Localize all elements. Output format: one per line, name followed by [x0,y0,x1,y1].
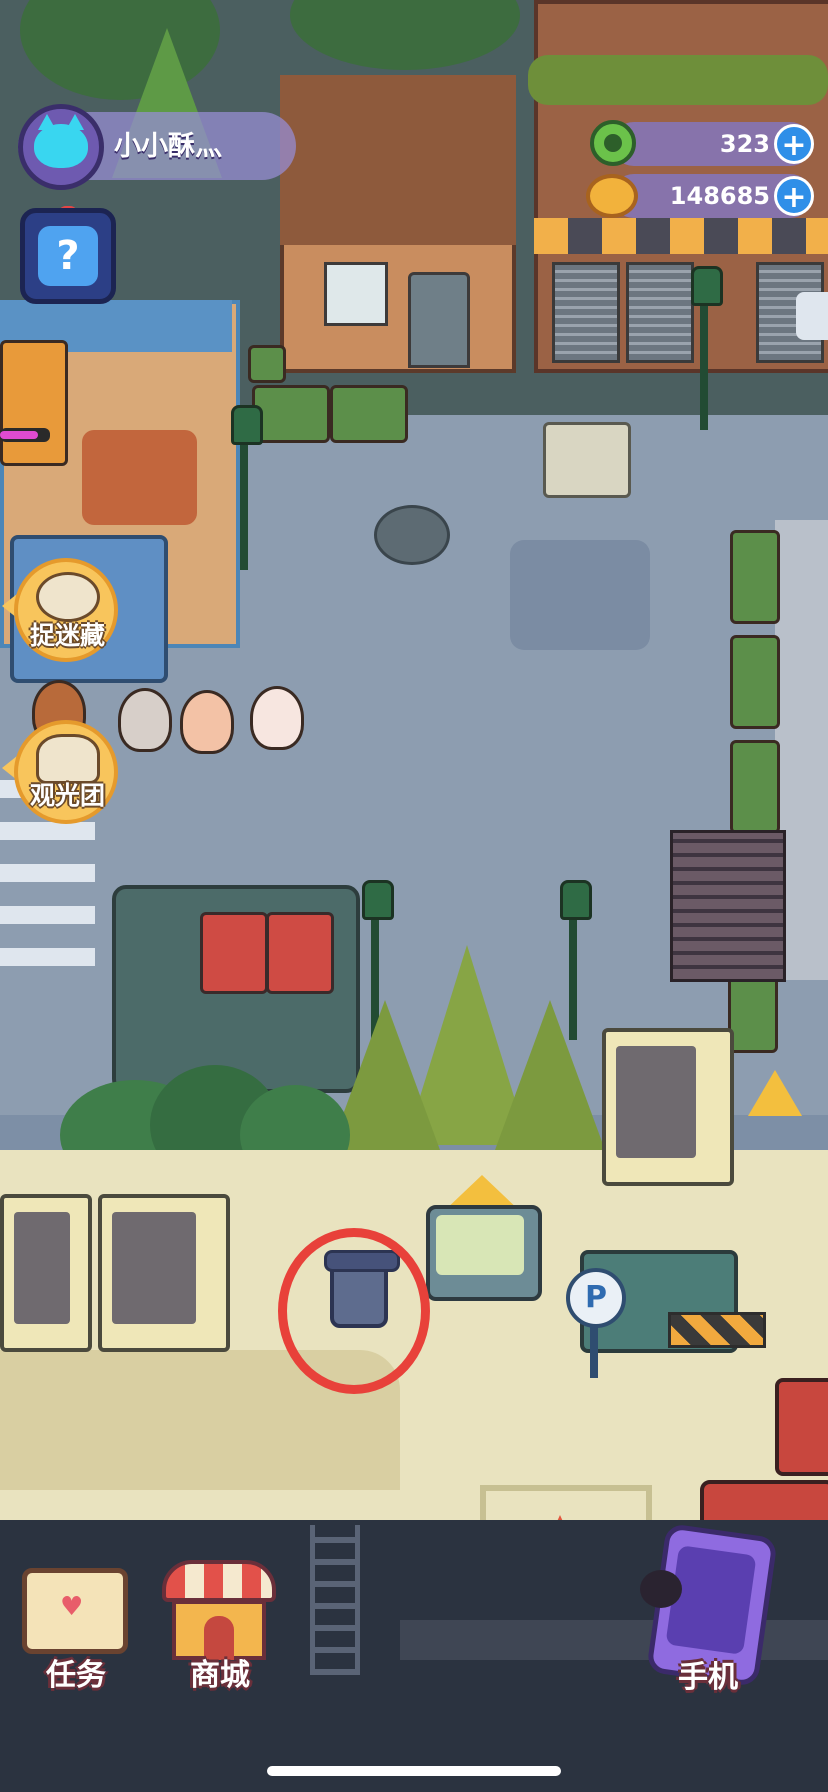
warning-sign [748,1070,802,1116]
green-gem-icon [590,120,636,166]
road-puddle [510,540,650,650]
street-lamp [700,290,708,430]
booth-screen [266,912,334,994]
rooftop-plants [528,55,828,105]
street-lamp-head [231,405,263,445]
add-gems-button[interactable]: + [774,124,814,164]
tour-group-label: 观光团 [30,781,106,810]
pine-tree [495,1000,605,1150]
hedge-planter [730,740,780,834]
phone-label: 手机 [678,1660,738,1695]
npc-visitor[interactable] [180,690,234,754]
parking-sign: P [566,1268,626,1328]
booth-screen [200,912,268,994]
coin-count: 148685 [669,182,770,210]
npc-visitor[interactable] [118,688,172,752]
vending-machine [98,1194,230,1352]
hedge-planter [730,530,780,624]
stairs [670,830,786,982]
progress-meter [0,428,50,442]
poster-portrait [436,1215,524,1275]
heart-icon: ♥ [60,1592,84,1622]
question-mark-icon: ? [38,226,98,286]
vending-machine [0,1194,92,1352]
npc-visitor[interactable] [250,686,304,750]
hedge-planter [728,975,778,1053]
tasks-label: 任务 [46,1658,106,1693]
gem-count: 323 [719,130,770,158]
player-name: 小小酥灬 [114,131,222,162]
clip-icon[interactable] [796,292,828,340]
hedge-planter [730,635,780,729]
manhole-cover [374,505,450,565]
vending-machine [602,1028,734,1186]
street-lamp-head [362,880,394,920]
house-door [408,272,470,368]
add-coins-button[interactable]: + [774,176,814,216]
machine [0,340,68,466]
flower-planter [252,385,330,443]
flower-planter [248,345,286,383]
storm-drain [543,422,631,498]
brick-pile [82,430,197,525]
shop-shutter [552,262,620,363]
house-window [324,262,388,326]
hide-and-seek-icon [36,572,100,622]
black-cat-icon [640,1570,682,1608]
street-lamp-head [691,266,723,306]
home-indicator[interactable] [267,1766,561,1776]
gold-coin-icon [586,174,638,218]
street-lamp-head [560,880,592,920]
street-lamp [240,430,248,570]
striped-awning [534,218,828,254]
flower-planter [330,385,408,443]
hide-and-seek-label: 捉迷藏 [30,621,106,650]
shop-shutter [626,262,694,363]
road-barrier [668,1312,766,1348]
red-truck [775,1378,828,1476]
shop-label: 商城 [190,1658,250,1693]
ladder [310,1525,360,1675]
cat-avatar-icon [34,114,88,168]
phone-screen-icon [665,1545,757,1655]
target-highlight-ring [278,1228,430,1394]
house-roof [280,75,516,245]
shop-awning-icon [162,1560,276,1602]
